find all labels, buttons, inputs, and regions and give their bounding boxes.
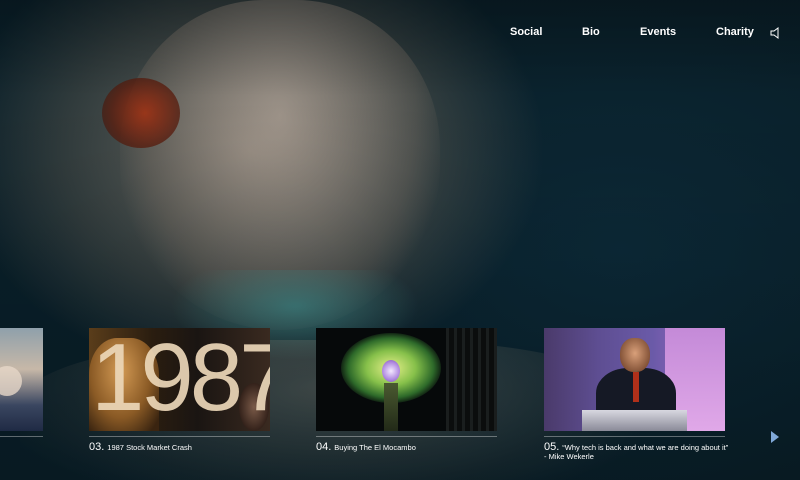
card-title: “Why tech is back and what we are doing … bbox=[544, 443, 729, 461]
card-title: 1987 Stock Market Crash bbox=[107, 443, 192, 452]
card-divider bbox=[89, 436, 270, 437]
card-caption[interactable]: 03. 1987 Stock Market Crash bbox=[89, 441, 270, 453]
nav-social[interactable]: Social bbox=[510, 26, 542, 38]
nav-charity[interactable]: Charity bbox=[716, 26, 754, 38]
nav-bio[interactable]: Bio bbox=[582, 26, 600, 38]
card-number: 04. bbox=[316, 441, 332, 453]
card-divider bbox=[0, 436, 43, 437]
card-divider bbox=[316, 436, 497, 437]
card-number: 03. bbox=[89, 441, 105, 453]
chevron-right-icon[interactable] bbox=[771, 431, 779, 443]
card-caption[interactable]: 04. Buying The El Mocambo bbox=[316, 441, 497, 453]
timeline-strip: 1987 03. 1987 Stock Market Crash 04. Buyin… bbox=[0, 328, 800, 468]
card-caption[interactable]: 05. “Why tech is back and what we are doi… bbox=[544, 442, 729, 462]
card-thumbnail[interactable] bbox=[544, 328, 725, 431]
nav-events[interactable]: Events bbox=[640, 26, 676, 38]
card-thumbnail[interactable] bbox=[0, 328, 43, 431]
speaker-icon[interactable] bbox=[770, 27, 780, 39]
card-divider bbox=[544, 436, 725, 437]
card-thumbnail[interactable] bbox=[316, 328, 497, 431]
card-thumbnail[interactable]: 1987 bbox=[89, 328, 270, 431]
card-title: Buying The El Mocambo bbox=[334, 443, 416, 452]
thumbnail-year-text: 1987 bbox=[91, 328, 270, 431]
